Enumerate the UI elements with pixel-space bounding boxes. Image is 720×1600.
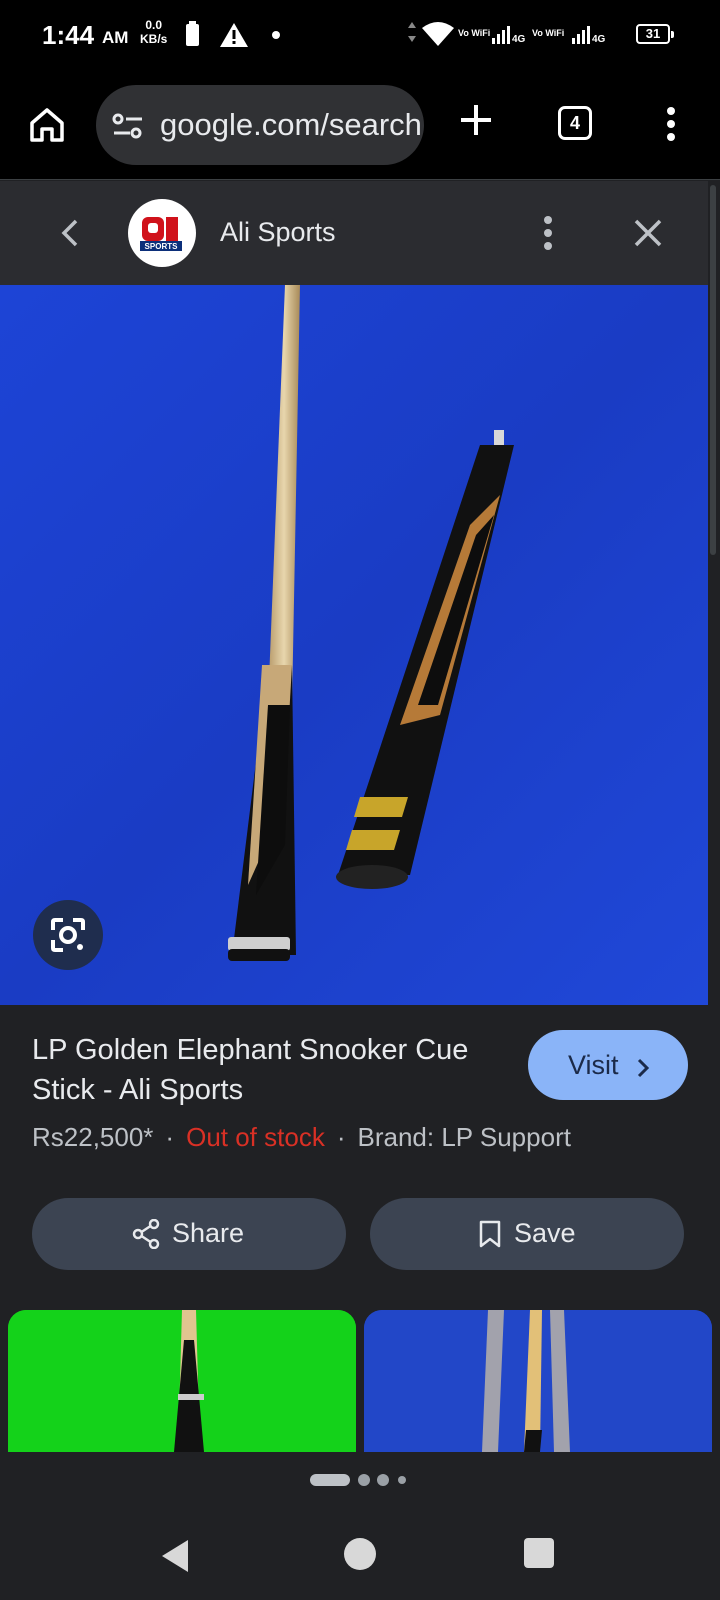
share-icon <box>132 1218 160 1256</box>
recents-square-icon[interactable] <box>524 1538 554 1568</box>
tune-icon[interactable] <box>110 111 146 146</box>
carousel-dot-active <box>310 1474 350 1486</box>
product-meta: Rs22,500* · Out of stock · Brand: LP Support <box>32 1122 571 1153</box>
visit-label: Visit <box>568 1050 619 1080</box>
bookmark-icon <box>478 1219 502 1256</box>
back-triangle-icon[interactable] <box>160 1538 192 1579</box>
chevron-left-icon[interactable] <box>58 215 82 256</box>
net-speed-unit: KB/s <box>140 32 168 46</box>
home-circle-icon[interactable] <box>344 1538 376 1570</box>
share-label: Share <box>172 1218 245 1248</box>
plus-icon[interactable] <box>458 102 494 143</box>
scrollbar[interactable] <box>710 185 716 555</box>
product-image[interactable] <box>0 285 708 1005</box>
warning-icon <box>220 23 248 47</box>
chevron-right-icon <box>636 1055 650 1086</box>
status-ampm: AM <box>102 28 129 47</box>
save-label: Save <box>514 1218 576 1248</box>
carousel-dot <box>398 1476 406 1484</box>
source-header: SPORTS Ali Sports <box>0 181 708 285</box>
carousel-dot <box>377 1474 389 1486</box>
vowifi-label-1: Vo WiFi <box>458 28 490 38</box>
lens-icon <box>51 918 85 952</box>
network-type-1: 4G <box>512 34 526 45</box>
battery-level: 31 <box>636 24 674 44</box>
system-nav-bar <box>0 1510 720 1600</box>
tab-switcher-button[interactable]: 4 <box>558 106 592 140</box>
source-name: Ali Sports <box>220 217 336 247</box>
separator-dot: · <box>165 1122 175 1152</box>
related-image-thumbnail[interactable] <box>364 1310 712 1452</box>
status-right-icons: Vo WiFi 4G Vo WiFi 4G <box>408 22 658 53</box>
dot-icon <box>272 31 280 39</box>
stock-status: Out of stock <box>186 1122 325 1152</box>
brand: Brand: LP Support <box>357 1122 571 1152</box>
battery-icon <box>186 21 199 46</box>
carousel-dot <box>358 1474 370 1486</box>
visit-button[interactable]: Visit <box>528 1030 688 1100</box>
net-speed-value: 0.0 <box>145 18 163 32</box>
net-speed: 0.0 KB/s <box>140 18 167 46</box>
source-logo: SPORTS <box>128 199 196 267</box>
vowifi-label-2: Vo WiFi <box>532 28 564 38</box>
url-bar[interactable]: google.com/search <box>96 85 424 165</box>
separator-dot: · <box>336 1122 346 1152</box>
carousel-indicator <box>0 1452 720 1510</box>
product-title[interactable]: LP Golden Elephant Snooker Cue Stick - A… <box>32 1030 492 1110</box>
data-arrows-icon <box>408 22 416 42</box>
network-type-2: 4G <box>592 34 606 45</box>
status-time: 1:44 <box>42 20 95 50</box>
signal-icon <box>572 26 590 44</box>
signal-icon <box>492 26 510 44</box>
price: Rs22,500* <box>32 1122 154 1152</box>
google-lens-button[interactable] <box>33 900 103 970</box>
logo-text: SPORTS <box>145 242 179 251</box>
more-vert-icon[interactable] <box>542 215 554 256</box>
related-image-thumbnail[interactable] <box>8 1310 356 1452</box>
more-vert-icon[interactable] <box>664 106 678 147</box>
home-icon[interactable] <box>28 106 66 149</box>
status-bar: 1:44 AM 0.0 KB/s Vo WiFi 4G Vo WiFi 4G 3… <box>0 0 720 72</box>
status-left-icons <box>184 20 294 55</box>
close-icon[interactable] <box>632 217 664 254</box>
wifi-icon <box>422 22 454 46</box>
save-button[interactable]: Save <box>370 1198 684 1270</box>
browser-toolbar: google.com/search 4 <box>0 72 720 180</box>
share-button[interactable]: Share <box>32 1198 346 1270</box>
url-text: google.com/search <box>160 107 422 142</box>
